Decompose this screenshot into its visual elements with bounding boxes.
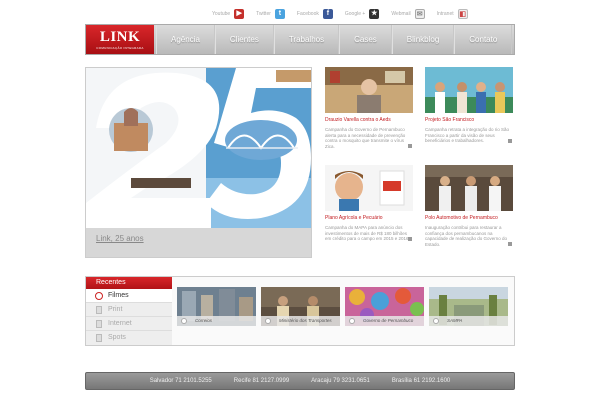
logo[interactable]: LINK COMUNICAÇÃO INTEGRADA <box>86 25 154 54</box>
social-label: Google + <box>344 11 366 17</box>
video-ministerio-transportes[interactable]: Ministério dos Transportes <box>261 287 340 326</box>
nav-contato[interactable]: Contato <box>454 25 513 54</box>
document-icon <box>96 306 102 314</box>
logo-tagline: COMUNICAÇÃO INTEGRADA <box>96 46 144 50</box>
card-thumb <box>325 165 413 211</box>
more-arrow-icon[interactable] <box>408 144 412 148</box>
header: LINK COMUNICAÇÃO INTEGRADA Agência Clien… <box>85 24 515 55</box>
play-icon <box>433 318 439 324</box>
office-brasilia: Brasília 61 2192.1600 <box>391 378 451 384</box>
office-recife: Recife 81 2127.0999 <box>233 378 290 384</box>
card-title: Projeto São Francisco <box>425 117 475 123</box>
mail-icon: ✉ <box>414 9 425 19</box>
card-plano-agricola[interactable]: Plano Agrícola e Pecuário Campanha do MA… <box>325 165 413 242</box>
tab-label: Filmes <box>108 292 129 299</box>
more-arrow-icon[interactable] <box>508 138 512 143</box>
tab-label: Internet <box>108 320 132 327</box>
twitter-icon: t <box>274 9 285 19</box>
video-label: SAMPA <box>447 318 463 323</box>
hero-image <box>86 68 311 228</box>
youtube-icon: ▶ <box>234 9 245 19</box>
social-facebook[interactable]: Facebook f <box>297 9 333 19</box>
tab-label: Print <box>108 306 123 313</box>
nav-agencia[interactable]: Agência <box>156 25 215 54</box>
video-correios[interactable]: Correios <box>177 287 256 326</box>
card-sao-francisco[interactable]: Projeto São Francisco Campanha retrata a… <box>425 67 513 144</box>
play-icon <box>181 318 187 324</box>
nav-blinkblog[interactable]: Blinkblog <box>391 25 455 54</box>
recentes-tab-filmes[interactable]: Filmes <box>86 289 172 303</box>
video-label: Governo de Pernambuco <box>363 318 414 323</box>
social-label: Facebook <box>296 11 319 17</box>
footer-offices: Salvador 71 2101.5255 Recife 81 2127.099… <box>85 372 515 390</box>
card-thumb <box>425 165 513 211</box>
video-sampa[interactable]: SAMPA <box>429 287 508 326</box>
recentes-sidebar: Recentes Filmes Print Internet Spots <box>86 277 172 345</box>
tab-label: Spots <box>108 334 126 341</box>
play-icon <box>265 318 271 324</box>
facebook-icon: f <box>322 9 333 19</box>
card-thumb <box>325 67 413 113</box>
recentes-tab-print[interactable]: Print <box>86 303 172 317</box>
card-thumb <box>425 67 513 113</box>
card-desc: Inauguração contribui para restaurar a c… <box>425 225 508 247</box>
recentes-header: Recentes <box>86 277 172 289</box>
logo-name: LINK <box>99 29 141 45</box>
office-salvador: Salvador 71 2101.5255 <box>149 378 212 384</box>
card-desc: Campanha do MAPA para anúncio dos invest… <box>325 225 410 241</box>
video-governo-pernambuco[interactable]: Governo de Pernambuco <box>345 287 424 326</box>
social-webmail[interactable]: Webmail ✉ <box>391 9 425 19</box>
speaker-icon <box>96 334 102 342</box>
social-label: Twitter <box>256 11 271 17</box>
hero-title[interactable]: Link, 25 anos <box>96 234 144 243</box>
office-aracaju: Aracaju 79 3231.0651 <box>311 378 370 384</box>
recentes-panel: Recentes Filmes Print Internet Spots Cor… <box>85 276 515 346</box>
more-arrow-icon[interactable] <box>408 236 412 241</box>
card-desc: Campanha do Governo de Pernambuco alerta… <box>325 127 406 149</box>
recentes-tab-internet[interactable]: Internet <box>86 317 172 331</box>
card-drauzio[interactable]: Drauzio Varella contra o Aeds Campanha d… <box>325 67 413 149</box>
nav-clientes[interactable]: Clientes <box>214 25 274 54</box>
nav-trabalhos[interactable]: Trabalhos <box>273 25 340 54</box>
video-label: Ministério dos Transportes <box>279 318 332 323</box>
more-arrow-icon[interactable] <box>508 242 512 246</box>
recentes-tab-spots[interactable]: Spots <box>86 331 172 345</box>
social-label: Youtube <box>212 11 231 17</box>
social-twitter[interactable]: Twitter t <box>256 9 285 19</box>
social-label: Intranet <box>436 11 454 17</box>
social-youtube[interactable]: Youtube ▶ <box>212 9 245 19</box>
play-circle-icon <box>95 292 103 300</box>
hero-25-graphic <box>86 68 311 228</box>
nav-cases[interactable]: Cases <box>339 25 392 54</box>
social-bar: Youtube ▶ Twitter t Facebook f Google + … <box>212 8 480 20</box>
social-label: Webmail <box>391 11 411 17</box>
google-plus-icon: ★ <box>369 9 380 19</box>
intranet-icon: ◧ <box>457 9 468 19</box>
hero-feature[interactable]: Link, 25 anos <box>85 67 312 258</box>
card-title: Polo Automotivo de Pernambuco <box>425 215 498 221</box>
card-desc: Campanha retrata a integração do rio São… <box>425 127 510 143</box>
monitor-icon <box>96 320 102 328</box>
social-google-plus[interactable]: Google + ★ <box>344 9 380 19</box>
card-title: Plano Agrícola e Pecuário <box>325 215 383 221</box>
video-label: Correios <box>195 318 213 323</box>
social-intranet[interactable]: Intranet ◧ <box>437 9 468 19</box>
main-nav: Agência Clientes Trabalhos Cases Blinkbl… <box>156 25 513 54</box>
card-polo-automotivo[interactable]: Polo Automotivo de Pernambuco Inauguraçã… <box>425 165 513 247</box>
play-icon <box>349 318 355 324</box>
card-title: Drauzio Varella contra o Aeds <box>325 117 391 123</box>
